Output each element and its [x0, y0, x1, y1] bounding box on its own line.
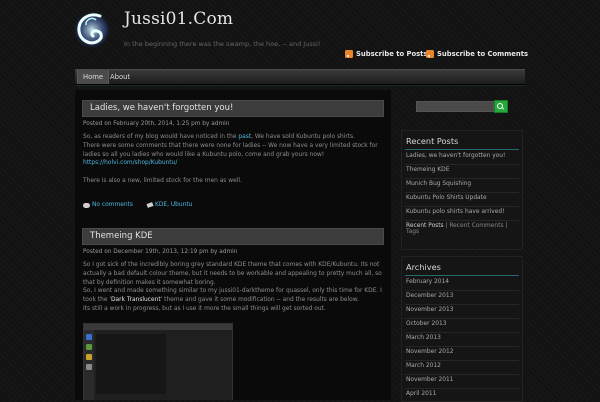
past-link[interactable]: past [238, 134, 251, 140]
widget-title: Recent Posts [406, 136, 459, 146]
archives-widget: Archives February 2014 December 2013 Nov… [401, 256, 523, 402]
site-tagline: In the beginning there was the swamp, th… [124, 40, 321, 48]
post-body: So, as readers of my blog would have not… [83, 133, 383, 186]
comment-icon [83, 202, 90, 208]
shop-link[interactable]: https://holvi.com/shop/Kubuntu/ [83, 159, 383, 168]
archive-link[interactable]: March 2013 [406, 335, 441, 341]
subscribe-posts-label: Subscribe to Posts [356, 50, 428, 58]
recent-post-link[interactable]: Kubuntu polo shirts have arrived! [406, 209, 505, 215]
screenshot-app-icon [86, 354, 92, 360]
post-screenshot-image[interactable] [83, 323, 233, 400]
search-input[interactable] [416, 101, 494, 112]
archive-link[interactable]: November 2012 [406, 349, 454, 355]
recent-posts-widget: Recent Posts Ladies, we haven't forgotte… [401, 130, 523, 250]
widget-divider [405, 149, 519, 150]
archive-link[interactable]: December 2013 [406, 293, 453, 299]
post-title-link[interactable]: Themeing KDE [90, 231, 153, 241]
recent-post-link[interactable]: Ladies, we haven't forgotten you! [406, 153, 505, 159]
screenshot-app-icon [86, 344, 92, 350]
tab-tags[interactable]: Tags [406, 229, 419, 235]
archive-link[interactable]: November 2011 [406, 377, 454, 383]
subscribe-posts-link[interactable]: Subscribe to Posts [345, 50, 427, 58]
site-title[interactable]: Jussi01.Com [124, 9, 233, 29]
search-button[interactable] [494, 100, 508, 113]
site-header: Jussi01.Com In the beginning there was t… [0, 0, 600, 68]
nav-item-about[interactable]: About [105, 70, 135, 84]
post-footer: No comments KDE, Ubuntu [83, 202, 192, 208]
main-nav: Home About [75, 69, 525, 85]
subscribe-comments-label: Subscribe to Comments [437, 50, 529, 58]
comments-link[interactable]: No comments [92, 202, 133, 208]
screenshot-app-icon [86, 364, 92, 370]
archive-link[interactable]: November 2013 [406, 307, 454, 313]
site-logo-icon[interactable] [70, 6, 114, 50]
post-title-link[interactable]: Ladies, we haven't forgotten you! [90, 103, 233, 113]
widget-tabs: Recent Posts | Recent Comments | Tags [406, 223, 508, 235]
rss-icon [345, 50, 353, 58]
screenshot-app-icon [86, 334, 92, 340]
subscribe-comments-link[interactable]: Subscribe to Comments [426, 50, 528, 58]
tag-icon [146, 202, 154, 208]
recent-post-link[interactable]: Kubuntu Polo Shirts Update [406, 195, 487, 201]
content-area: Ladies, we haven't forgotten you! Posted… [75, 90, 391, 400]
archive-link[interactable]: April 2011 [406, 391, 436, 397]
widget-title: Archives [406, 262, 441, 272]
archive-link[interactable]: February 2014 [406, 279, 449, 285]
post-body: So I got sick of the incredibly boring g… [83, 262, 382, 312]
post-meta: Posted on December 19th, 2013, 12:19 pm … [83, 249, 238, 255]
screenshot-titlebar [84, 324, 232, 330]
recent-post-link[interactable]: Themeing KDE [406, 167, 449, 173]
archive-link[interactable]: March 2012 [406, 363, 441, 369]
tags-link[interactable]: KDE, Ubuntu [155, 202, 192, 208]
tab-recent-comments[interactable]: Recent Comments [449, 223, 503, 229]
rss-icon [426, 50, 434, 58]
post-title-bar: Ladies, we haven't forgotten you! [82, 100, 384, 117]
post-title-bar: Themeing KDE [82, 228, 384, 245]
widget-divider [405, 275, 519, 276]
nav-divider [75, 85, 525, 86]
screenshot-pane [96, 334, 166, 394]
archive-link[interactable]: October 2013 [406, 321, 446, 327]
post-meta: Posted on February 20th, 2014, 1:25 pm b… [83, 121, 230, 127]
recent-post-link[interactable]: Munich Bug Squishing [406, 181, 471, 187]
sidebar: Recent Posts Ladies, we haven't forgotte… [398, 90, 528, 402]
